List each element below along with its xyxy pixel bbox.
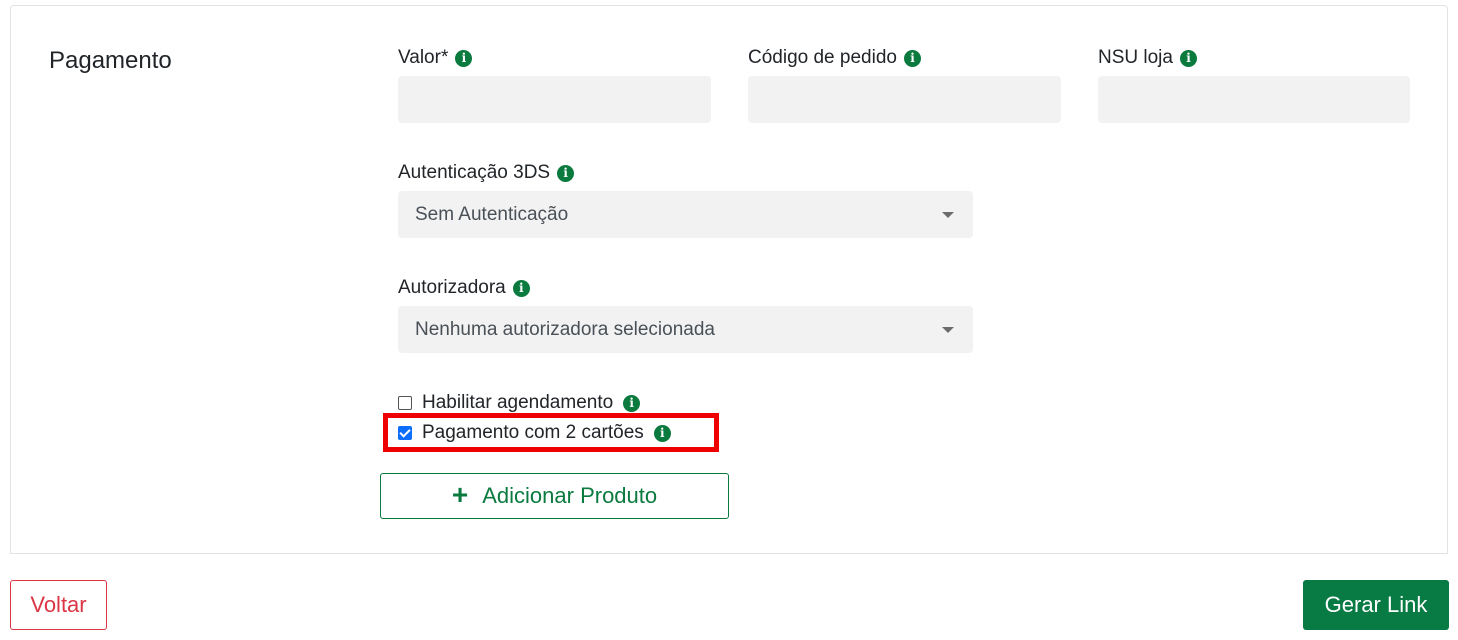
info-icon[interactable]: i xyxy=(512,279,530,297)
info-icon[interactable]: i xyxy=(653,424,671,442)
autorizadora-select[interactable]: Nenhuma autorizadora selecionada xyxy=(398,306,973,353)
valor-label: Valor* xyxy=(398,47,449,68)
caret-down-icon xyxy=(942,326,954,333)
codigo-pedido-label-group: Código de pedido i xyxy=(748,47,921,69)
dois-cartoes-checkbox[interactable] xyxy=(398,426,412,440)
codigo-pedido-label: Código de pedido xyxy=(748,47,897,68)
footer-divider xyxy=(10,553,1448,554)
back-button[interactable]: Voltar xyxy=(10,580,107,630)
info-icon[interactable]: i xyxy=(1179,49,1197,67)
nsu-loja-label: NSU loja xyxy=(1098,47,1173,68)
autorizadora-selected-value: Nenhuma autorizadora selecionada xyxy=(415,318,715,340)
add-product-button[interactable]: + Adicionar Produto xyxy=(380,473,729,519)
plus-icon: + xyxy=(451,478,469,510)
add-product-label: Adicionar Produto xyxy=(482,483,658,508)
codigo-pedido-input[interactable] xyxy=(748,76,1061,123)
autenticacao-label-group: Autenticação 3DS i xyxy=(398,162,575,184)
agendamento-checkbox[interactable] xyxy=(398,396,412,410)
autenticacao-selected-value: Sem Autenticação xyxy=(415,203,569,225)
valor-label-group: Valor* i xyxy=(398,47,473,69)
info-icon[interactable]: i xyxy=(903,49,921,67)
autenticacao-select[interactable]: Sem Autenticação xyxy=(398,191,973,238)
nsu-loja-label-group: NSU loja i xyxy=(1098,47,1197,69)
autenticacao-label: Autenticação 3DS xyxy=(398,162,551,183)
autorizadora-label: Autorizadora xyxy=(398,277,506,298)
info-icon[interactable]: i xyxy=(623,394,641,412)
nsu-loja-input[interactable] xyxy=(1098,76,1410,123)
info-icon[interactable]: i xyxy=(455,49,473,67)
autorizadora-label-group: Autorizadora i xyxy=(398,277,530,299)
agendamento-label[interactable]: Habilitar agendamento xyxy=(422,392,613,414)
generate-link-button[interactable]: Gerar Link xyxy=(1303,580,1449,630)
dois-cartoes-option[interactable]: Pagamento com 2 cartões i xyxy=(398,422,671,444)
dois-cartoes-label[interactable]: Pagamento com 2 cartões xyxy=(422,422,644,444)
caret-down-icon xyxy=(942,211,954,218)
agendamento-option[interactable]: Habilitar agendamento i xyxy=(398,392,641,414)
valor-input[interactable] xyxy=(398,76,711,123)
section-title: Pagamento xyxy=(49,47,172,74)
info-icon[interactable]: i xyxy=(557,164,575,182)
